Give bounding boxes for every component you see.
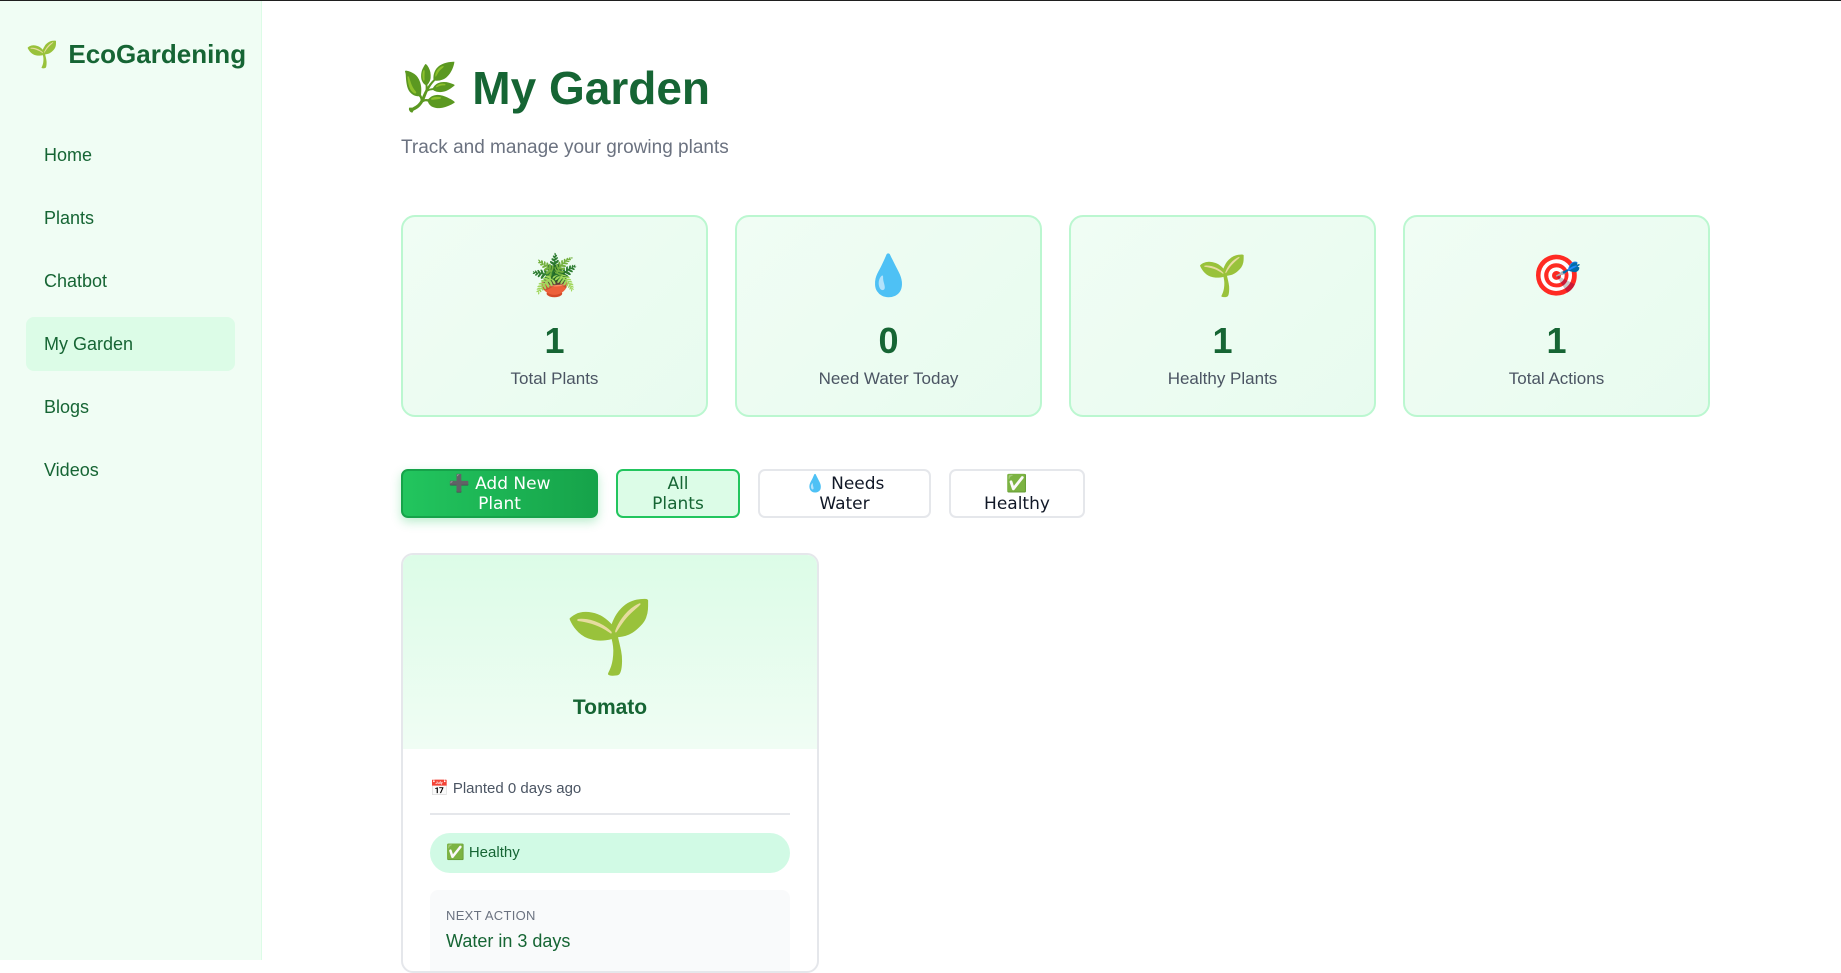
page-title: 🌿 My Garden bbox=[401, 60, 710, 115]
next-action-value: Water in 3 days bbox=[446, 931, 571, 951]
filter-all-plants-button[interactable]: All Plants bbox=[616, 469, 740, 518]
stat-value: 1 bbox=[1212, 320, 1233, 361]
seedling-icon: 🌱 bbox=[1197, 254, 1248, 298]
next-action-box: NEXT ACTION Water in 3 days bbox=[430, 890, 790, 971]
plant-card[interactable]: 🌱 Tomato 📅 Planted 0 days ago ✅ Healthy … bbox=[401, 553, 819, 973]
droplet-icon: 💧 bbox=[863, 254, 914, 298]
brand-name: EcoGardening bbox=[68, 39, 247, 69]
stat-label: Healthy Plants bbox=[1167, 369, 1278, 388]
top-border bbox=[0, 0, 1841, 1]
stats-row: 🪴 1 Total Plants 💧 0 Need Water Today 🌱 … bbox=[401, 215, 1710, 417]
sidebar-item-plants[interactable]: Plants bbox=[26, 191, 235, 245]
page-title-text: My Garden bbox=[472, 61, 711, 114]
sidebar-item-blogs[interactable]: Blogs bbox=[26, 380, 235, 434]
status-badge: ✅ Healthy bbox=[430, 833, 790, 873]
sidebar-item-my-garden[interactable]: My Garden bbox=[26, 317, 235, 371]
planted-date: 📅 Planted 0 days ago bbox=[430, 779, 790, 815]
stat-value: 1 bbox=[544, 320, 565, 361]
sidebar-item-videos[interactable]: Videos bbox=[26, 443, 235, 497]
stat-label: Need Water Today bbox=[818, 369, 959, 388]
seedling-icon: 🌱 bbox=[565, 597, 655, 677]
stat-card-need-water: 💧 0 Need Water Today bbox=[735, 215, 1042, 417]
stat-card-total-plants: 🪴 1 Total Plants bbox=[401, 215, 708, 417]
plant-card-body: 📅 Planted 0 days ago ✅ Healthy NEXT ACTI… bbox=[403, 779, 817, 971]
plant-card-header: 🌱 Tomato bbox=[403, 555, 817, 749]
next-action-label: NEXT ACTION bbox=[446, 908, 536, 923]
potted-plant-icon: 🪴 bbox=[529, 254, 580, 298]
seedling-icon: 🌱 bbox=[26, 39, 59, 69]
stat-label: Total Plants bbox=[510, 369, 599, 388]
page-subtitle: Track and manage your growing plants bbox=[401, 137, 729, 158]
sidebar-item-home[interactable]: Home bbox=[26, 128, 235, 182]
brand-logo[interactable]: 🌱 EcoGardening bbox=[26, 39, 246, 70]
sidebar-nav: Home Plants Chatbot My Garden Blogs Vide… bbox=[26, 128, 235, 506]
plant-name: Tomato bbox=[572, 696, 648, 719]
sidebar: 🌱 EcoGardening Home Plants Chatbot My Ga… bbox=[0, 1, 262, 960]
stat-card-total-actions: 🎯 1 Total Actions bbox=[1403, 215, 1710, 417]
stat-value: 0 bbox=[878, 320, 899, 361]
stat-value: 1 bbox=[1546, 320, 1567, 361]
stat-card-healthy-plants: 🌱 1 Healthy Plants bbox=[1069, 215, 1376, 417]
target-icon: 🎯 bbox=[1531, 254, 1582, 298]
action-bar: ➕ Add New Plant All Plants 💧 Needs Water… bbox=[401, 469, 1085, 518]
add-plant-button[interactable]: ➕ Add New Plant bbox=[401, 469, 598, 518]
filter-needs-water-button[interactable]: 💧 Needs Water bbox=[758, 469, 931, 518]
herb-icon: 🌿 bbox=[401, 61, 459, 113]
filter-healthy-button[interactable]: ✅ Healthy bbox=[949, 469, 1085, 518]
sidebar-item-chatbot[interactable]: Chatbot bbox=[26, 254, 235, 308]
stat-label: Total Actions bbox=[1508, 369, 1605, 388]
